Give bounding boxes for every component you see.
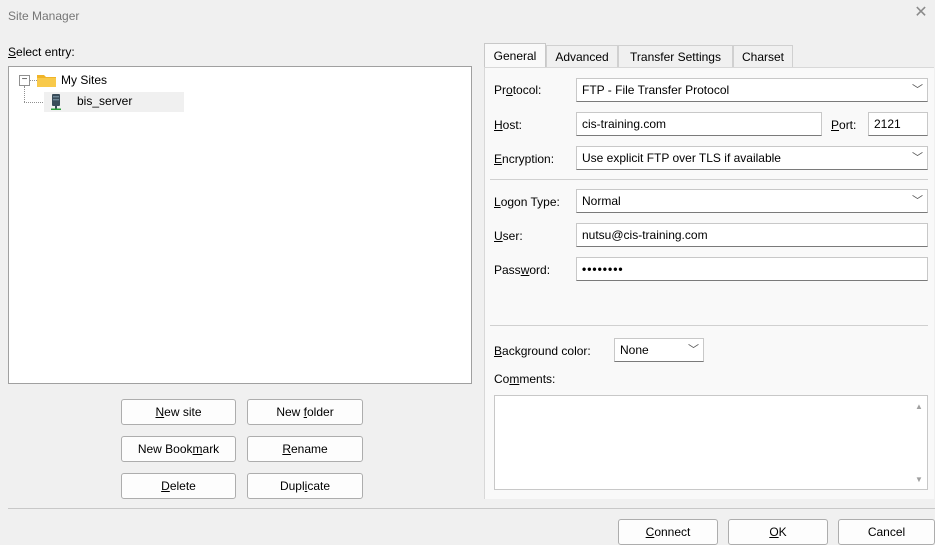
site-tree[interactable]: − My Sites bis_server (8, 66, 472, 384)
logon-type-label: Logon Type: (494, 195, 560, 209)
chevron-down-icon: ﹀ (912, 152, 923, 164)
password-input[interactable]: •••••••• (576, 257, 928, 281)
chevron-down-icon: ﹀ (912, 195, 923, 207)
new-folder-button[interactable]: New folder (247, 399, 363, 425)
delete-button[interactable]: Delete (121, 473, 236, 499)
duplicate-button[interactable]: Duplicate (247, 473, 363, 499)
user-label: User: (494, 229, 523, 243)
password-label: Password: (494, 263, 551, 277)
server-icon (48, 93, 70, 111)
protocol-select[interactable]: FTP - File Transfer Protocol ﹀ (576, 78, 928, 102)
tab-advanced[interactable]: Advanced (546, 45, 618, 67)
ok-button[interactable]: OK (728, 519, 828, 545)
tab-general[interactable]: General (484, 43, 546, 67)
scroll-down-icon[interactable]: ▼ (915, 475, 923, 484)
port-label: Port: (831, 118, 857, 132)
footer-divider (8, 508, 935, 509)
protocol-label: Protocol: (494, 83, 542, 97)
chevron-down-icon: ﹀ (688, 344, 699, 356)
encryption-select[interactable]: Use explicit FTP over TLS if available ﹀ (576, 146, 928, 170)
host-input[interactable]: cis-training.com (576, 112, 822, 136)
divider (490, 179, 928, 180)
encryption-label: Encryption: (494, 152, 555, 166)
folder-icon (37, 73, 57, 87)
comments-textarea[interactable]: ▲ ▼ (494, 395, 928, 490)
new-site-button[interactable]: New site (121, 399, 236, 425)
background-color-label: Background color: (494, 344, 591, 358)
select-entry-label: Select entry: (8, 45, 75, 59)
logon-type-select[interactable]: Normal ﹀ (576, 189, 928, 213)
port-input[interactable]: 2121 (868, 112, 928, 136)
connect-button[interactable]: Connect (618, 519, 718, 545)
rename-button[interactable]: Rename (247, 436, 363, 462)
close-icon[interactable]: ✕ (913, 5, 929, 21)
scrollbar[interactable]: ▲ ▼ (911, 396, 927, 489)
window-title: Site Manager (8, 9, 80, 23)
user-input[interactable]: nutsu@cis-training.com (576, 223, 928, 247)
tree-child-label[interactable]: bis_server (77, 94, 132, 108)
tab-charset[interactable]: Charset (733, 45, 793, 67)
collapse-icon[interactable]: − (19, 75, 30, 86)
tree-root-label[interactable]: My Sites (61, 73, 107, 87)
divider (490, 325, 928, 326)
scroll-up-icon[interactable]: ▲ (915, 402, 923, 411)
chevron-down-icon: ﹀ (912, 84, 923, 96)
host-label: Host: (494, 118, 523, 132)
comments-label: Comments: (494, 372, 556, 386)
cancel-button[interactable]: Cancel (838, 519, 935, 545)
background-color-select[interactable]: None ﹀ (614, 338, 704, 362)
new-bookmark-button[interactable]: New Bookmark (121, 436, 236, 462)
tab-transfer-settings[interactable]: Transfer Settings (618, 45, 733, 67)
